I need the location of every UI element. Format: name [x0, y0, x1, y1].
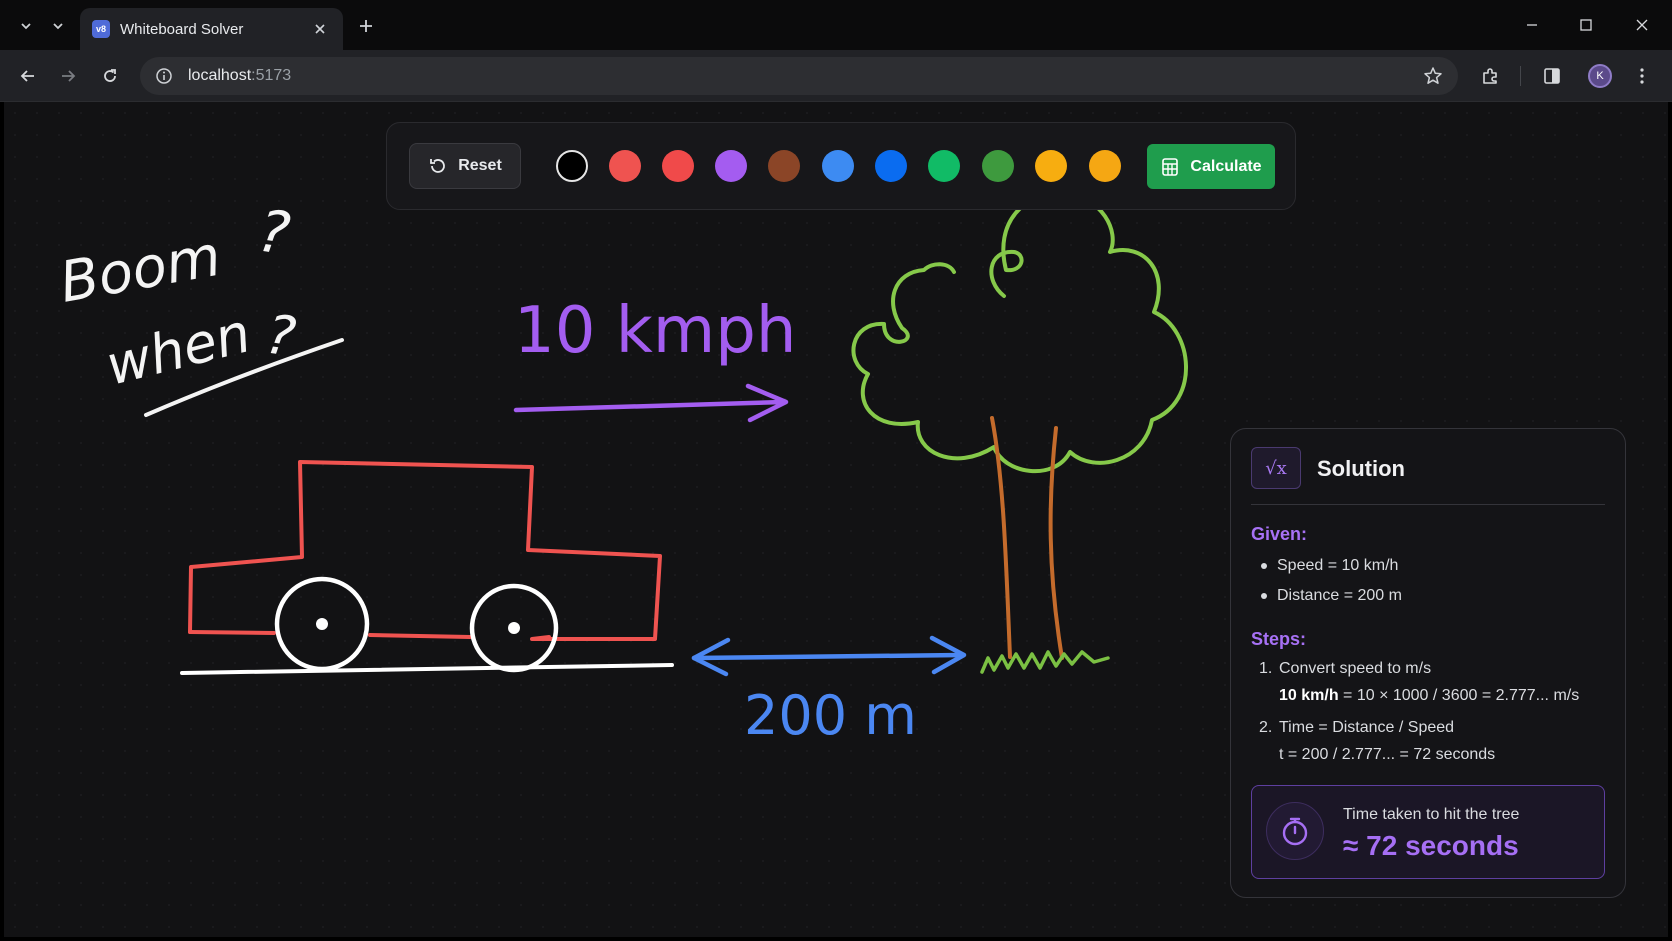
- step-item: 2. Time = Distance / Speed: [1259, 719, 1455, 736]
- color-swatch-dark-green[interactable]: [982, 150, 1014, 182]
- color-swatch-light-blue[interactable]: [822, 150, 854, 182]
- distance-annotation: 200 m: [691, 635, 967, 747]
- car-front-hub: [508, 622, 520, 634]
- speed-label: 10 kmph: [514, 294, 796, 368]
- calculate-button[interactable]: Calculate: [1147, 144, 1275, 189]
- distance-label: 200 m: [744, 684, 917, 747]
- grass: [980, 650, 1110, 674]
- steps-heading: Steps:: [1251, 629, 1307, 649]
- note-line-boom: Boom: [55, 224, 225, 316]
- speed-annotation: 10 kmph: [513, 294, 796, 423]
- color-swatch-green[interactable]: [928, 150, 960, 182]
- forward-arrow-icon[interactable]: [54, 62, 82, 90]
- reset-button[interactable]: Reset: [409, 143, 521, 189]
- color-swatch-brown[interactable]: [768, 150, 800, 182]
- profile-avatar[interactable]: K: [1588, 64, 1612, 88]
- step-detail: t = 200 / 2.777... = 72 seconds: [1279, 746, 1496, 763]
- solution-header: √x Solution: [1251, 447, 1605, 505]
- bookmark-star-icon[interactable]: [1422, 65, 1444, 87]
- url-host: localhost: [188, 67, 252, 84]
- window-close-icon[interactable]: [1620, 8, 1664, 42]
- question-note: Boom when ? ?: [55, 197, 344, 417]
- distance-arrow-shaft: [691, 652, 965, 661]
- tab-close-icon[interactable]: [309, 19, 331, 40]
- color-swatch-amber[interactable]: [1035, 150, 1067, 182]
- note-question-mark-1: ?: [254, 197, 294, 269]
- browser-tab-strip: v8 Whiteboard Solver: [0, 0, 1672, 50]
- color-swatch-purple[interactable]: [715, 150, 747, 182]
- address-bar[interactable]: localhost:5173: [140, 57, 1458, 95]
- answer-caption: Time taken to hit the tree: [1343, 806, 1520, 823]
- side-panel-icon[interactable]: [1538, 62, 1566, 90]
- tree-canopy: [851, 191, 1188, 474]
- car-rear-hub: [316, 618, 328, 630]
- step-detail: 10 km/h = 10 × 1000 / 3600 = 2.777... m/…: [1279, 687, 1580, 704]
- reload-icon[interactable]: [96, 62, 124, 90]
- color-swatch-orange[interactable]: [1089, 150, 1121, 182]
- ground-line: [180, 663, 674, 675]
- reset-refresh-icon: [430, 159, 446, 173]
- tab-search-chevron-icon[interactable]: [12, 12, 40, 40]
- car-drawing: [180, 460, 674, 675]
- toolbar-separator: [1520, 66, 1521, 86]
- car-underside: [188, 630, 472, 639]
- vite-favicon-icon: v8: [92, 20, 110, 38]
- sqrt-function-icon: √x: [1251, 447, 1301, 489]
- color-swatch-blue[interactable]: [875, 150, 907, 182]
- browser-toolbar: localhost:5173: [0, 50, 1672, 102]
- extensions-puzzle-icon[interactable]: [1476, 62, 1504, 90]
- step-item: 1. Convert speed to m/s: [1259, 660, 1432, 677]
- maximize-icon[interactable]: [1564, 8, 1608, 42]
- reset-label: Reset: [458, 157, 502, 174]
- tree-drawing: [851, 191, 1188, 674]
- calculate-label: Calculate: [1190, 157, 1262, 175]
- browser-tab[interactable]: v8 Whiteboard Solver: [80, 8, 343, 50]
- tree-trunk-left: [990, 416, 1012, 659]
- back-arrow-icon[interactable]: [14, 62, 42, 90]
- color-swatch-light-red[interactable]: [662, 150, 694, 182]
- speed-arrow-shaft: [513, 399, 787, 413]
- given-item: Speed = 10 km/h: [1261, 557, 1398, 575]
- calculator-icon: [1162, 157, 1179, 176]
- tab-title: Whiteboard Solver: [120, 20, 244, 38]
- car-body: [188, 460, 662, 641]
- solution-panel: √x Solution Given: Speed = 10 km/h Dista…: [1230, 428, 1626, 898]
- answer-card: Time taken to hit the tree ≈ 72 seconds: [1251, 785, 1605, 879]
- solution-title: Solution: [1317, 456, 1405, 481]
- browser-menu-icon[interactable]: [1628, 62, 1656, 90]
- stopwatch-icon: [1266, 802, 1324, 860]
- color-swatch-black[interactable]: [556, 150, 588, 182]
- note-line-when: when: [100, 301, 257, 397]
- url-port: :5173: [251, 67, 292, 84]
- new-tab-plus-icon[interactable]: [352, 12, 380, 40]
- given-heading: Given:: [1251, 524, 1308, 544]
- site-info-icon[interactable]: [154, 66, 174, 86]
- minimize-icon[interactable]: [1510, 8, 1554, 42]
- tab-group-chevron-icon[interactable]: [44, 12, 72, 40]
- tool-panel: Reset Calculate: [386, 122, 1296, 210]
- given-item: Distance = 200 m: [1261, 587, 1402, 605]
- answer-value: ≈ 72 seconds: [1343, 830, 1519, 861]
- color-swatch-red[interactable]: [609, 150, 641, 182]
